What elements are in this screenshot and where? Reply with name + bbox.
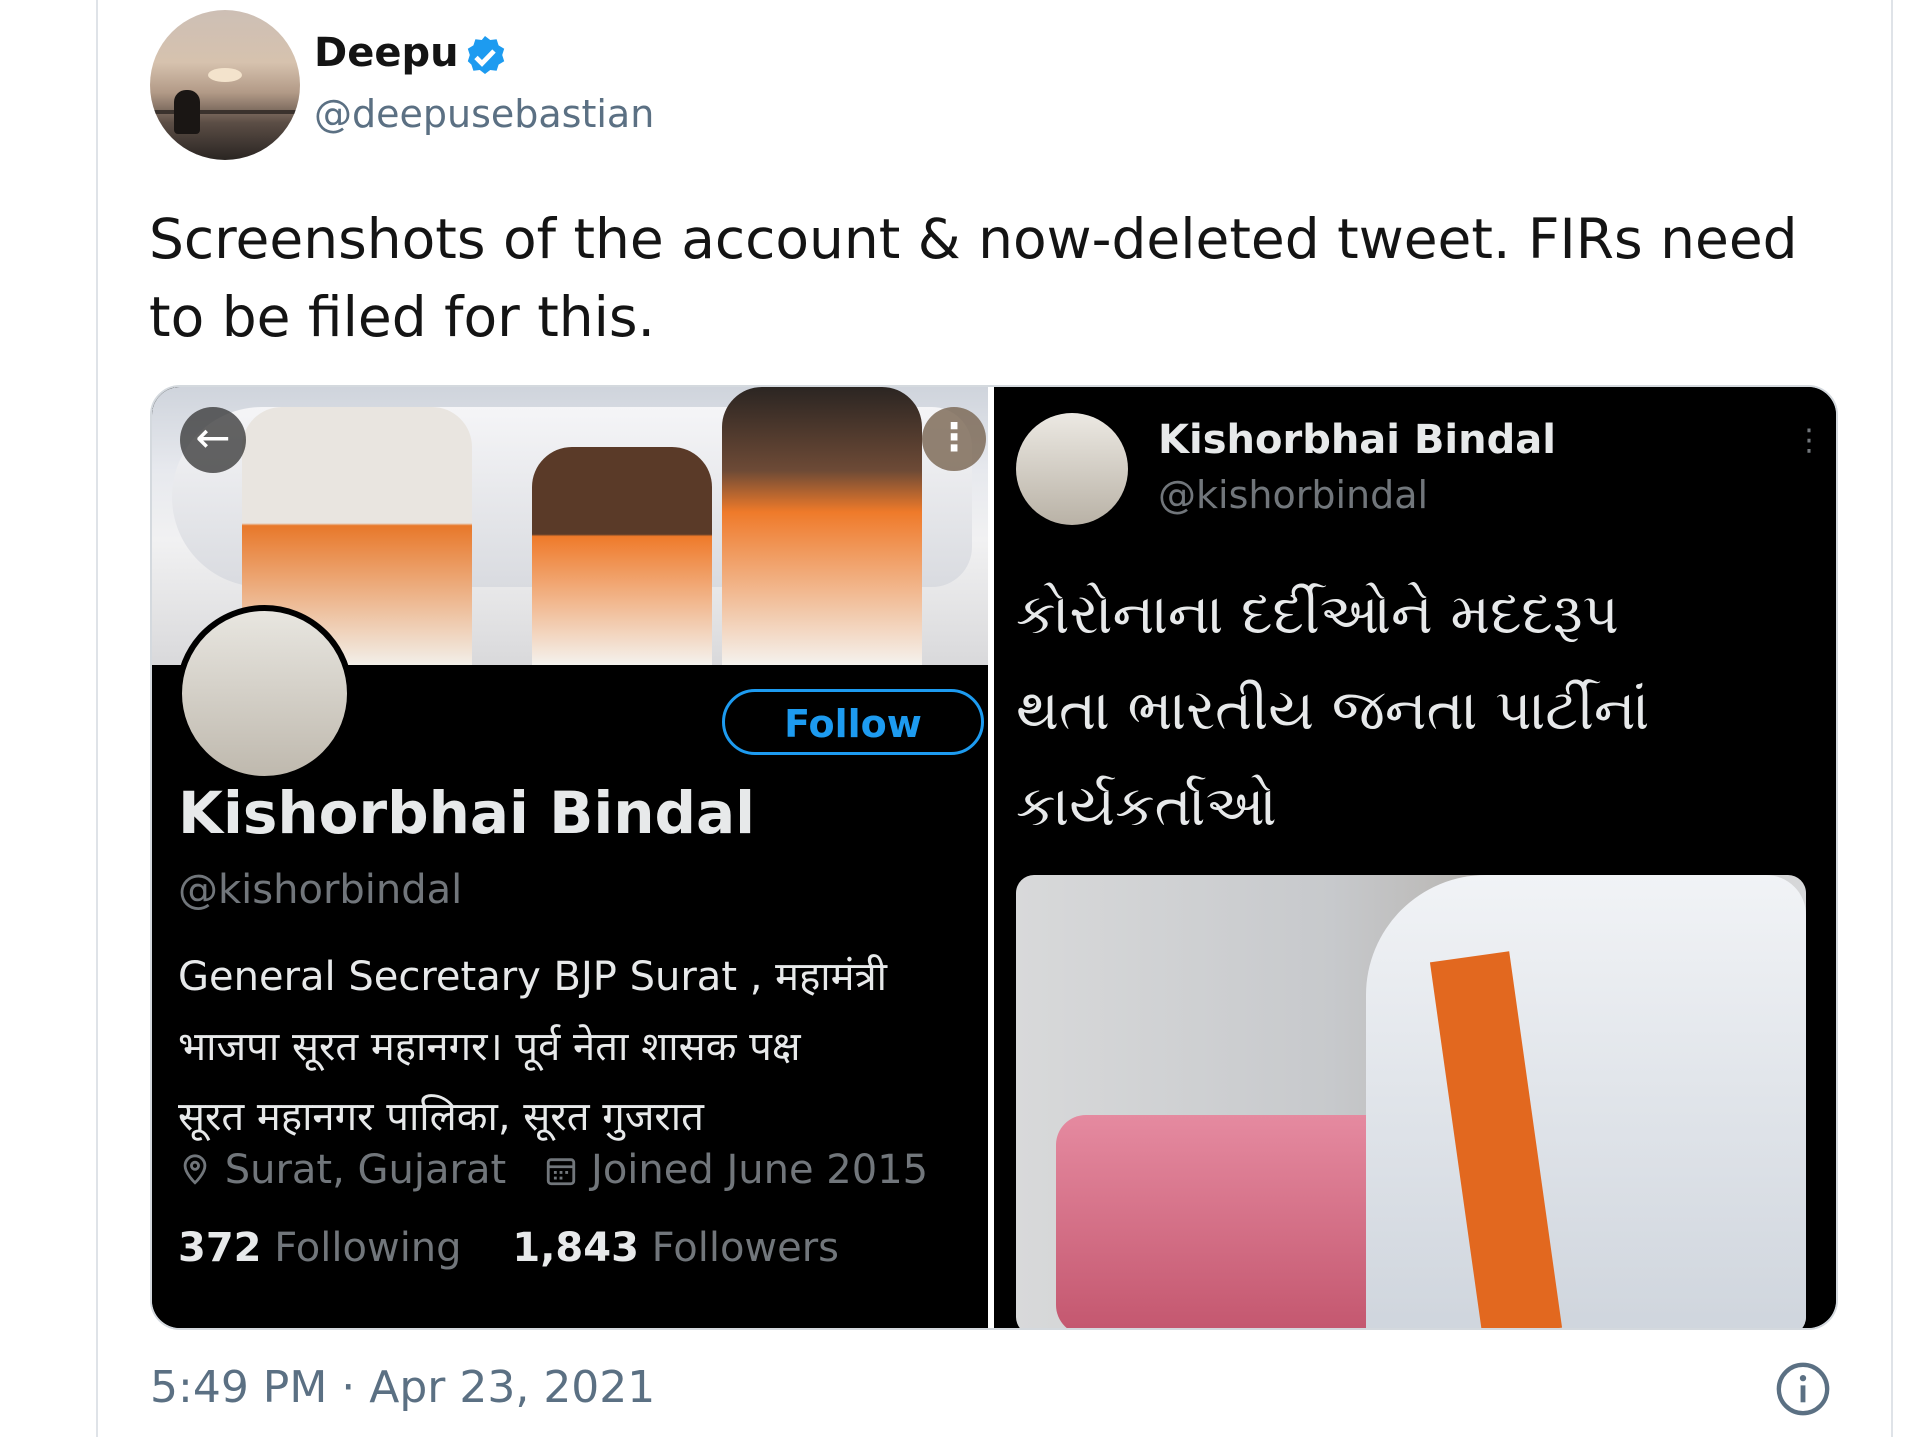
author-avatar[interactable] bbox=[150, 10, 300, 160]
tweet-timestamp[interactable]: 5:49 PM · Apr 23, 2021 bbox=[150, 1362, 655, 1413]
calendar-icon bbox=[547, 1158, 576, 1186]
profile-location: Surat, Gujarat bbox=[224, 1147, 507, 1193]
profile-handle: @kishorbindal bbox=[178, 867, 463, 913]
info-icon[interactable] bbox=[1774, 1360, 1832, 1418]
deleted-tweet-text: કોરોનાના દર્દીઓને મદદરૂપ થતા ભારતીય જનતા… bbox=[1016, 567, 1816, 855]
deleted-tweet-line: કાર્યકર્તાઓ bbox=[1016, 774, 1277, 839]
deleted-tweet-author-handle: @kishorbindal bbox=[1158, 473, 1429, 517]
tweet-card: Deepu @deepusebastian Screenshots of the… bbox=[96, 0, 1893, 1437]
profile-stats: 372 Following 1,843 Followers bbox=[178, 1225, 839, 1271]
bio-line: सूरत महानगर पालिका, सूरत गुजरात bbox=[178, 1094, 704, 1140]
profile-joined-date: Joined June 2015 bbox=[591, 1147, 929, 1193]
profile-meta: Surat, Gujarat Joined June 2015 bbox=[178, 1147, 928, 1193]
more-options-icon[interactable]: ⋮ bbox=[922, 407, 986, 471]
location-pin-icon bbox=[183, 1154, 207, 1185]
profile-name: Kishorbhai Bindal bbox=[178, 779, 756, 847]
followers-stat[interactable]: 1,843 Followers bbox=[512, 1225, 839, 1271]
deleted-tweet-line: કોરોનાના દર્દીઓને મદદરૂપ bbox=[1016, 582, 1619, 647]
author-name[interactable]: Deepu bbox=[314, 30, 459, 76]
deleted-tweet-photo bbox=[1016, 875, 1806, 1328]
bio-line: भाजपा सूरत महानगर। पूर्व नेता शासक पक्ष bbox=[178, 1024, 801, 1070]
profile-avatar[interactable] bbox=[176, 605, 353, 782]
tweet-text: Screenshots of the account & now-deleted… bbox=[149, 207, 1798, 349]
deleted-tweet-author-name: Kishorbhai Bindal bbox=[1158, 417, 1556, 463]
back-arrow-icon[interactable]: ← bbox=[180, 407, 246, 473]
deleted-tweet-screenshot[interactable]: Kishorbhai Bindal @kishorbindal ⋮ કોરોના… bbox=[994, 387, 1836, 1328]
deleted-tweet-line: થતા ભારતીય જનતા પાર્ટીનાં bbox=[1016, 678, 1650, 743]
author-handle[interactable]: @deepusebastian bbox=[314, 92, 654, 136]
tweet-media[interactable]: ← ⋮ Follow Kishorbhai Bindal @kishorbind… bbox=[150, 385, 1838, 1330]
follow-button[interactable]: Follow bbox=[722, 689, 984, 755]
deleted-tweet-avatar bbox=[1016, 413, 1128, 525]
more-options-icon: ⋮ bbox=[1794, 423, 1824, 458]
following-stat[interactable]: 372 Following bbox=[178, 1225, 462, 1271]
verified-badge-icon bbox=[467, 36, 505, 74]
profile-bio: General Secretary BJP Surat , महामंत्री … bbox=[178, 942, 968, 1152]
profile-screenshot[interactable]: ← ⋮ Follow Kishorbhai Bindal @kishorbind… bbox=[152, 387, 988, 1328]
bio-line: General Secretary BJP Surat , महामंत्री bbox=[178, 954, 888, 1000]
